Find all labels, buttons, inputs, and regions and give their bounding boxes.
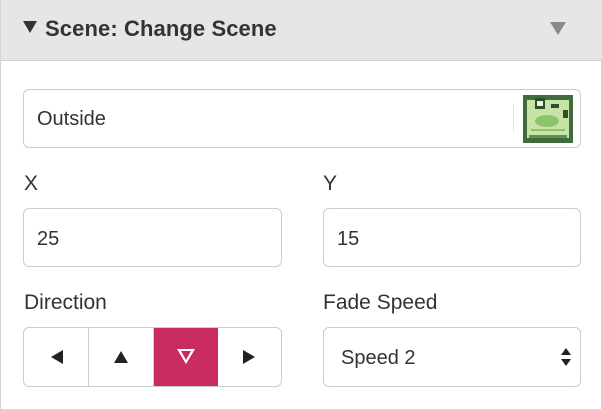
- direction-right-button[interactable]: [218, 328, 281, 386]
- arrow-up-icon: [114, 351, 128, 363]
- fade-speed-label: Fade Speed: [323, 291, 438, 314]
- scene-thumbnail-icon: [523, 95, 573, 143]
- direction-down-button[interactable]: [154, 328, 218, 386]
- fade-speed-value: Speed 2: [341, 347, 416, 369]
- change-scene-panel: Scene: Change Scene Outside X Y 25 15 Di…: [0, 0, 602, 410]
- y-input[interactable]: 15: [323, 208, 581, 267]
- arrow-left-icon: [51, 350, 63, 364]
- direction-label: Direction: [24, 291, 107, 314]
- direction-left-button[interactable]: [24, 328, 89, 386]
- x-input[interactable]: 25: [23, 208, 282, 267]
- panel-title: Scene: Change Scene: [45, 16, 277, 41]
- scene-select[interactable]: Outside: [23, 89, 581, 148]
- caret-down-icon[interactable]: [23, 21, 37, 33]
- direction-button-group: [23, 327, 282, 387]
- x-label: X: [24, 172, 39, 195]
- arrow-right-icon: [243, 350, 255, 364]
- menu-caret-icon[interactable]: [550, 22, 566, 35]
- scene-select-value: Outside: [37, 108, 106, 130]
- panel-header[interactable]: Scene: Change Scene: [1, 0, 602, 61]
- x-input-value: 25: [37, 228, 60, 250]
- arrow-down-icon: [177, 349, 195, 364]
- select-stepper-icon: [560, 348, 572, 368]
- scene-select-divider: [513, 104, 514, 132]
- y-input-value: 15: [337, 228, 360, 250]
- y-label: Y: [323, 172, 338, 195]
- fade-speed-select[interactable]: Speed 2: [323, 327, 581, 387]
- direction-up-button[interactable]: [89, 328, 154, 386]
